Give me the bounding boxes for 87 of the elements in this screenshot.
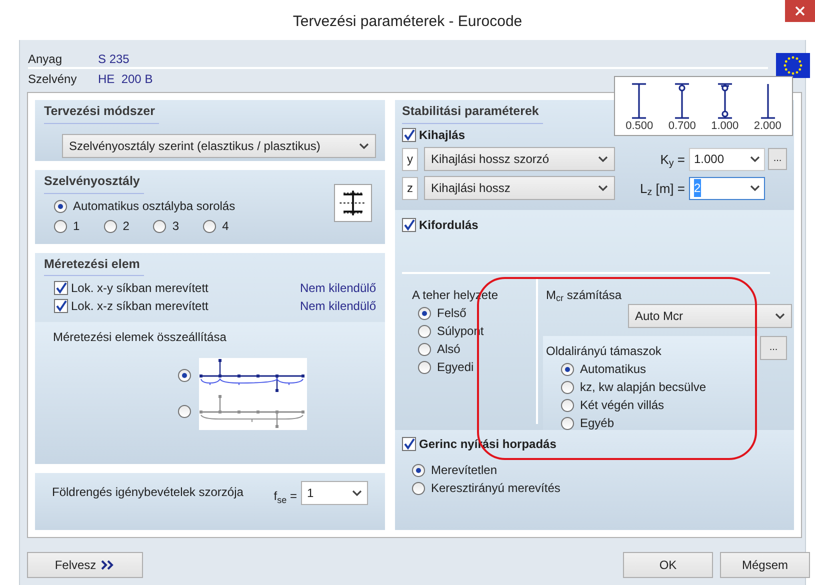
chevron-icon xyxy=(750,185,760,192)
dropdown[interactable]: Szelvényosztály szerint (elasztikus / plasztikus) xyxy=(62,134,376,158)
chevron-icon xyxy=(775,313,785,319)
checkbox-label: Lok. x-z síkban merevített xyxy=(71,298,208,316)
factor-label: 0.500 xyxy=(626,120,654,133)
info-value: HE 200 B xyxy=(98,70,153,88)
radio-button[interactable] xyxy=(178,369,191,382)
chevron-icon xyxy=(598,185,608,192)
dropdown[interactable]: Auto Mcr xyxy=(628,304,792,328)
radio-button[interactable] xyxy=(418,324,431,338)
radio-label: 1 xyxy=(73,218,80,236)
radio-button[interactable] xyxy=(203,220,216,233)
radio-label: 3 xyxy=(172,218,180,236)
checkbox[interactable] xyxy=(54,281,68,296)
checkbox[interactable] xyxy=(402,128,416,142)
parameter-label: L$_{z}$ [m] = xyxy=(640,180,685,198)
checkbox-label: Kihajlás xyxy=(419,126,466,144)
radio-button[interactable] xyxy=(54,200,67,213)
radio-button[interactable] xyxy=(561,362,574,376)
more-button[interactable]: ... xyxy=(768,148,787,170)
cancel-button[interactable]: Mégsem xyxy=(720,552,810,578)
info-value: S 235 xyxy=(98,50,130,68)
radio-label: kz, kw alapján becsülve xyxy=(580,379,706,396)
dropdown[interactable]: Kihajlási hossz xyxy=(424,176,615,200)
info-label: Anyag xyxy=(28,50,64,68)
dropdown[interactable]: Kihajlási hossz szorzó xyxy=(424,147,615,172)
chevron-icon xyxy=(750,156,760,162)
panel-title: Tervezési módszer xyxy=(44,102,159,124)
factor-label: 0.700 xyxy=(668,120,696,133)
radio-button[interactable] xyxy=(561,380,574,394)
status-text: Nem kilendülő xyxy=(300,280,376,298)
radio-label: Felső xyxy=(437,305,466,322)
panel-title: Szelvényosztály xyxy=(44,172,144,194)
double-chevron-icon xyxy=(101,560,116,570)
section-icon xyxy=(334,184,372,222)
radio-label: 2 xyxy=(122,218,130,236)
checkbox[interactable] xyxy=(54,299,68,314)
close-icon xyxy=(795,6,805,16)
chevron-icon xyxy=(352,490,362,496)
radio-button[interactable] xyxy=(104,220,117,233)
subsection-title: Méretezési elemek összeállítása xyxy=(53,328,228,346)
window-title: Tervezési paraméterek - Eurocode xyxy=(292,12,522,32)
factor-label: 1.000 xyxy=(711,120,739,133)
radio-button[interactable] xyxy=(153,220,166,233)
value-field[interactable]: 1.000 xyxy=(689,148,765,171)
panel-title: Stabilitási paraméterek xyxy=(402,102,543,124)
radio-button[interactable] xyxy=(418,342,431,356)
radio-button[interactable] xyxy=(412,482,425,494)
chevron-icon xyxy=(359,142,369,149)
radio-label: 4 xyxy=(222,218,229,236)
radio-label: Egyéb xyxy=(580,415,614,432)
axis-label: y xyxy=(402,148,418,171)
radio-label: Alsó xyxy=(437,341,460,358)
radio-button[interactable] xyxy=(561,398,574,412)
radio-label: Automatikus xyxy=(580,361,646,378)
radio-button[interactable] xyxy=(418,360,431,374)
factor-label: 2.000 xyxy=(754,120,782,133)
ok-button[interactable]: OK xyxy=(623,552,713,578)
factor-symbol: f$_{se}$ = xyxy=(274,488,297,506)
info-label: Szelvény xyxy=(28,70,78,88)
add-button[interactable]: Felvesz xyxy=(27,552,143,578)
parameter-label: K$_{y}$ = xyxy=(660,150,685,169)
status-text: Nem kilendülő xyxy=(300,298,376,316)
radio-label: Automatikus osztályba sorolás xyxy=(73,198,236,216)
factor-dropdown[interactable]: 1 xyxy=(301,481,368,506)
radio-button[interactable] xyxy=(412,464,425,476)
checkbox-label: Lok. x-y síkban merevített xyxy=(71,280,208,298)
close-button[interactable] xyxy=(785,0,815,22)
radio-button[interactable] xyxy=(178,405,191,418)
radio-button[interactable] xyxy=(54,220,67,233)
seismic-label: Földrengés igénybevételek szorzója xyxy=(52,484,244,502)
radio-button[interactable] xyxy=(418,306,431,320)
axis-label: z xyxy=(402,176,418,200)
radio-label: Keresztirányú merevítés xyxy=(431,480,560,497)
radio-label: Egyedi xyxy=(437,359,474,376)
group-label: M$_{cr}$ számítása xyxy=(546,287,623,304)
flag-icon xyxy=(776,53,810,78)
radio-label: Két végén villás xyxy=(580,397,664,414)
checkbox[interactable] xyxy=(402,218,416,232)
group-label: Oldalirányú támaszok xyxy=(546,343,662,360)
radio-button[interactable] xyxy=(561,416,574,430)
radio-label: Merevítetlen xyxy=(431,462,498,479)
more-button[interactable]: ... xyxy=(760,336,787,360)
checkbox-label: Kifordulás xyxy=(419,217,478,234)
chevron-icon xyxy=(598,156,608,162)
panel-title: Méretezési elem xyxy=(44,254,144,276)
checkbox[interactable] xyxy=(402,437,416,451)
